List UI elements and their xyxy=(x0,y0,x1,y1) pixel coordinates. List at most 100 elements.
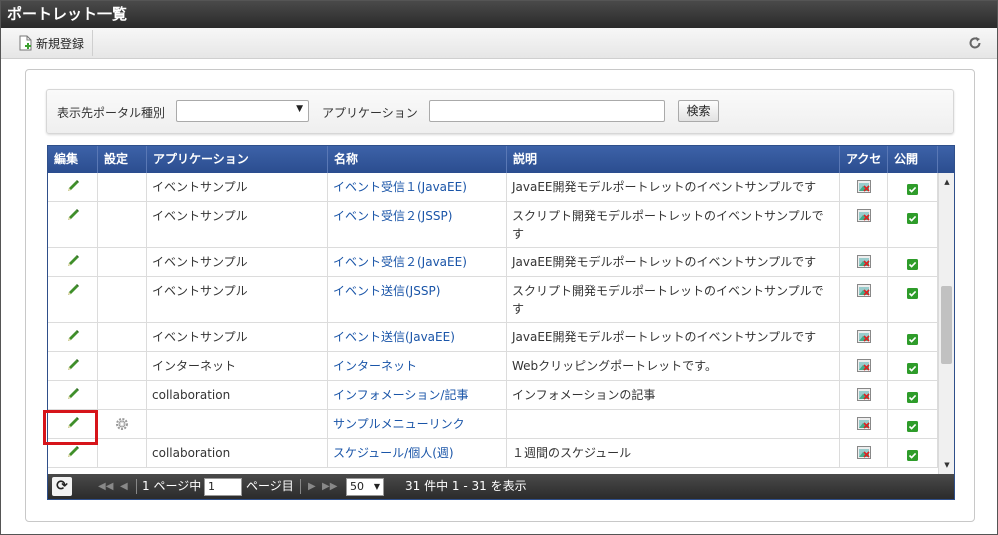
search-button[interactable]: 検索 xyxy=(678,100,719,122)
column-access[interactable]: アクセ xyxy=(840,146,888,173)
table-row[interactable]: インターネット インターネット Webクリッピングポートレットです。 xyxy=(48,352,938,381)
application-cell xyxy=(147,410,328,438)
settings-cell xyxy=(98,439,147,467)
scroll-up-arrow-icon[interactable]: ▲ xyxy=(939,175,954,189)
portlet-name-link[interactable]: インターネット xyxy=(328,352,507,380)
public-cell xyxy=(888,381,938,409)
table-row[interactable]: イベントサンプル イベント受信１(JavaEE) JavaEE開発モデルポートレット… xyxy=(48,173,938,202)
pencil-icon[interactable] xyxy=(65,207,81,223)
access-cell xyxy=(840,202,888,247)
table-row[interactable]: イベントサンプル イベント受信２(JSSP) スクリプト開発モデルポートレットのイベ… xyxy=(48,202,938,248)
vertical-scrollbar[interactable]: ▲ ▼ xyxy=(938,173,954,474)
column-public[interactable]: 公開 xyxy=(888,146,938,173)
public-cell xyxy=(888,410,938,438)
access-settings-icon[interactable] xyxy=(856,417,871,430)
settings-cell xyxy=(98,410,147,438)
pencil-icon[interactable] xyxy=(65,357,81,373)
table-row[interactable]: サンプルメニューリンク xyxy=(48,410,938,439)
access-cell xyxy=(840,352,888,380)
portlet-name-link[interactable]: イベント送信(JavaEE) xyxy=(328,323,507,351)
column-edit[interactable]: 編集 xyxy=(48,146,98,173)
access-settings-icon[interactable] xyxy=(856,255,871,268)
table-row[interactable]: イベントサンプル イベント送信(JavaEE) JavaEE開発モデルポートレットの… xyxy=(48,323,938,352)
page-number-input[interactable]: 1 xyxy=(204,478,242,496)
access-cell xyxy=(840,323,888,351)
portlet-name-link[interactable]: イベント送信(JSSP) xyxy=(328,277,507,322)
next-page-icon[interactable]: ▶ xyxy=(308,474,316,499)
application-cell: collaboration xyxy=(147,381,328,409)
chevron-down-icon: ▼ xyxy=(373,482,380,491)
description-cell: Webクリッピングポートレットです。 xyxy=(507,352,840,380)
pencil-icon[interactable] xyxy=(65,178,81,194)
access-settings-icon[interactable] xyxy=(856,359,871,372)
new-register-button[interactable]: 新規登録 xyxy=(9,30,94,56)
toolbar: 新規登録 xyxy=(1,28,997,59)
portlet-name-link[interactable]: イベント受信２(JavaEE) xyxy=(328,248,507,276)
application-cell: イベントサンプル xyxy=(147,277,328,322)
pencil-icon[interactable] xyxy=(65,386,81,402)
table-row[interactable]: イベントサンプル イベント送信(JSSP) スクリプト開発モデルポートレットのイベン… xyxy=(48,277,938,323)
pager-divider xyxy=(300,479,301,494)
table-row[interactable]: collaboration スケジュール/個人(週) １週間のスケジュール xyxy=(48,439,938,468)
description-cell: スクリプト開発モデルポートレットのイベントサンプルです xyxy=(507,202,840,247)
access-cell xyxy=(840,277,888,322)
access-settings-icon[interactable] xyxy=(856,284,871,297)
column-name[interactable]: 名称 xyxy=(328,146,507,173)
table-row[interactable]: collaboration インフォメーション/記事 インフォメーションの記事 xyxy=(48,381,938,410)
scroll-down-arrow-icon[interactable]: ▼ xyxy=(939,458,954,472)
portlet-name-link[interactable]: イベント受信１(JavaEE) xyxy=(328,173,507,201)
column-description[interactable]: 説明 xyxy=(507,146,840,173)
table-row[interactable]: イベントサンプル イベント受信２(JavaEE) JavaEE開発モデルポートレット… xyxy=(48,248,938,277)
checkbox-checked-icon[interactable] xyxy=(907,332,918,345)
chevron-down-icon: ▼ xyxy=(296,104,303,114)
pencil-icon[interactable] xyxy=(65,282,81,298)
description-cell: JavaEE開発モデルポートレットのイベントサンプルです xyxy=(507,323,840,351)
application-cell: イベントサンプル xyxy=(147,202,328,247)
new-register-label: 新規登録 xyxy=(36,36,85,51)
portlet-name-link[interactable]: サンプルメニューリンク xyxy=(328,410,507,438)
checkbox-checked-icon[interactable] xyxy=(907,390,918,403)
portlet-name-link[interactable]: スケジュール/個人(週) xyxy=(328,439,507,467)
portlet-name-link[interactable]: イベント受信２(JSSP) xyxy=(328,202,507,247)
column-settings[interactable]: 設定 xyxy=(98,146,147,173)
checkbox-checked-icon[interactable] xyxy=(907,448,918,461)
prev-page-icon[interactable]: ◀ xyxy=(120,474,128,499)
application-input[interactable] xyxy=(429,100,665,122)
pencil-icon[interactable] xyxy=(65,328,81,344)
page-size-select[interactable]: 50 ▼ xyxy=(346,478,384,496)
grid-body: イベントサンプル イベント受信１(JavaEE) JavaEE開発モデルポートレット… xyxy=(48,173,938,474)
access-cell xyxy=(840,439,888,467)
gear-icon[interactable] xyxy=(115,417,129,431)
checkbox-checked-icon[interactable] xyxy=(907,182,918,195)
access-settings-icon[interactable] xyxy=(856,180,871,193)
last-page-icon[interactable]: ▶▶ xyxy=(322,474,337,499)
pager-refresh-icon[interactable]: ⟳ xyxy=(52,477,72,496)
checkbox-checked-icon[interactable] xyxy=(907,286,918,299)
checkbox-checked-icon[interactable] xyxy=(907,211,918,224)
edit-cell xyxy=(48,173,98,201)
scrollbar-thumb[interactable] xyxy=(941,286,952,364)
application-cell: collaboration xyxy=(147,439,328,467)
page-prefix: 1 ページ中 xyxy=(142,479,202,493)
checkbox-checked-icon[interactable] xyxy=(907,257,918,270)
access-settings-icon[interactable] xyxy=(856,330,871,343)
portal-type-select[interactable]: ▼ xyxy=(176,100,309,122)
pencil-icon[interactable] xyxy=(65,253,81,269)
edit-cell xyxy=(48,277,98,322)
pencil-icon[interactable] xyxy=(65,444,81,460)
settings-cell xyxy=(98,381,147,409)
first-page-icon[interactable]: ◀◀ xyxy=(98,474,113,499)
public-cell xyxy=(888,173,938,201)
portlet-name-link[interactable]: インフォメーション/記事 xyxy=(328,381,507,409)
access-settings-icon[interactable] xyxy=(856,388,871,401)
access-settings-icon[interactable] xyxy=(856,446,871,459)
access-settings-icon[interactable] xyxy=(856,209,871,222)
description-cell: JavaEE開発モデルポートレットのイベントサンプルです xyxy=(507,248,840,276)
checkbox-checked-icon[interactable] xyxy=(907,419,918,432)
column-application[interactable]: アプリケーション xyxy=(147,146,328,173)
application-cell: イベントサンプル xyxy=(147,173,328,201)
description-cell: １週間のスケジュール xyxy=(507,439,840,467)
refresh-icon[interactable] xyxy=(965,33,985,53)
checkbox-checked-icon[interactable] xyxy=(907,361,918,374)
portal-type-label: 表示先ポータル種別 xyxy=(57,106,166,120)
